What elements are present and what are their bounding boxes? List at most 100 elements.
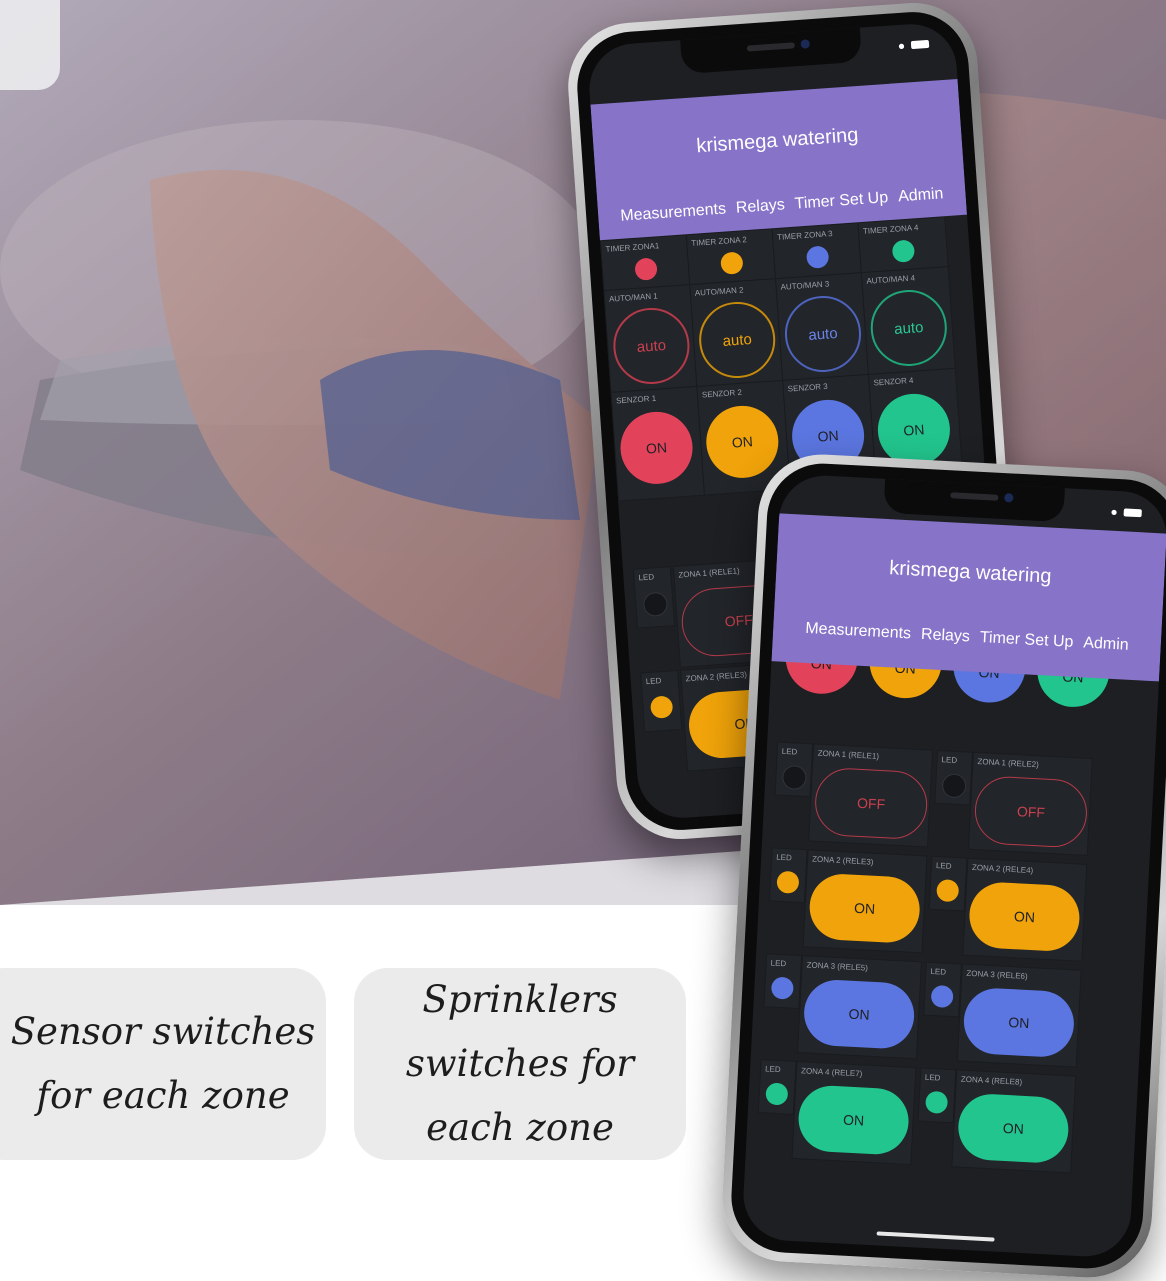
led-label: LED — [638, 572, 655, 583]
relay-switch[interactable]: ON — [967, 880, 1082, 953]
timer-cell: TIMER ZONA1 — [599, 234, 692, 293]
led-cell: LED — [774, 741, 814, 798]
relay-switch[interactable]: ON — [796, 1084, 911, 1156]
relay-label: ZONA 1 (RELE1) — [817, 748, 880, 761]
tab-measurements[interactable]: Measurements — [805, 620, 912, 644]
led-label: LED — [645, 676, 662, 687]
timer-led — [805, 245, 830, 269]
corner-box — [0, 0, 60, 90]
wifi-icon: ● — [1110, 504, 1119, 520]
relay-label: ZONA 2 (RELE3) — [811, 854, 874, 867]
automan-label: AUTO/MAN 4 — [866, 273, 916, 286]
tab-timer-setup[interactable]: Timer Set Up — [979, 629, 1073, 652]
relay-label: ZONA 2 (RELE3) — [685, 670, 748, 684]
relay-label: ZONA 4 (RELE7) — [800, 1066, 863, 1079]
relay-led — [649, 695, 674, 719]
led-label: LED — [935, 861, 952, 871]
led-label: LED — [770, 958, 787, 969]
automan-cell: AUTO/MAN 2 auto — [689, 278, 785, 388]
relay-led — [781, 764, 808, 791]
sensor-label: SENZOR 4 — [873, 375, 914, 388]
tab-timer-setup[interactable]: Timer Set Up — [794, 189, 889, 213]
relay-label: ZONA 1 (RELE1) — [678, 566, 740, 580]
timer-label: TIMER ZONA 4 — [862, 223, 919, 236]
tab-relays[interactable]: Relays — [735, 196, 785, 217]
timer-led — [634, 257, 658, 281]
caption-sensor-switches: Sensor switches for each zone — [0, 968, 326, 1160]
sensor-switch[interactable]: ON — [618, 409, 695, 487]
led-cell: LED — [928, 855, 968, 912]
relay-cell: ZONA 4 (RELE7) ON — [791, 1060, 917, 1166]
relay-led — [941, 773, 967, 799]
automan-cell: AUTO/MAN 1 auto — [603, 284, 699, 394]
phone-front: ● krismega watering Measurements Relays … — [719, 451, 1166, 1281]
app-header: krismega watering Measurements Relays Ti… — [590, 78, 968, 241]
relay-switch[interactable]: OFF — [813, 766, 929, 841]
auto-toggle[interactable]: auto — [610, 305, 692, 387]
app-screen: ● krismega watering Measurements Relays … — [741, 473, 1166, 1259]
tab-measurements[interactable]: Measurements — [620, 200, 727, 225]
relay-cell: ZONA 2 (RELE4) ON — [962, 857, 1088, 962]
app-nav: Measurements Relays Timer Set Up Admin — [773, 618, 1161, 656]
relay-led — [765, 1082, 789, 1106]
status-bar: ● — [897, 37, 930, 54]
automan-cell: AUTO/MAN 4 auto — [860, 266, 956, 376]
led-cell: LED — [917, 1067, 957, 1124]
relay-label: ZONA 2 (RELE4) — [971, 862, 1034, 876]
led-label: LED — [930, 966, 947, 977]
timer-cell: TIMER ZONA 2 — [685, 228, 778, 287]
relay-led — [776, 870, 800, 894]
led-label: LED — [924, 1072, 941, 1083]
relays-grid: ON ON ON ON LED ZONA 1 (RELE1) OFF LED — [742, 631, 1159, 1241]
relay-switch[interactable]: ON — [808, 872, 922, 945]
led-label: LED — [781, 746, 798, 757]
tab-admin[interactable]: Admin — [1083, 634, 1129, 654]
auto-toggle[interactable]: auto — [782, 293, 864, 375]
relay-switch[interactable]: ON — [802, 978, 916, 1051]
tab-admin[interactable]: Admin — [898, 185, 945, 206]
timer-cell: TIMER ZONA 4 — [857, 216, 949, 275]
tab-relays[interactable]: Relays — [921, 626, 971, 647]
relay-cell: ZONA 4 (RELE8) ON — [951, 1069, 1077, 1174]
timer-label: TIMER ZONA 2 — [691, 235, 748, 248]
relay-led — [930, 984, 954, 1009]
home-indicator[interactable] — [876, 1231, 995, 1242]
led-cell: LED — [640, 669, 683, 733]
relay-switch[interactable]: ON — [956, 1092, 1070, 1165]
relay-switch[interactable]: ON — [962, 986, 1076, 1059]
automan-label: AUTO/MAN 2 — [694, 285, 744, 298]
timer-cell: TIMER ZONA 3 — [771, 222, 863, 281]
relay-switch[interactable]: OFF — [973, 775, 1089, 849]
led-cell: LED — [757, 1059, 797, 1115]
sensor-switch[interactable]: ON — [703, 403, 781, 481]
relay-cell: ZONA 2 (RELE3) ON — [802, 849, 928, 954]
led-cell: LED — [768, 847, 808, 904]
relay-led — [642, 591, 669, 618]
relay-label: ZONA 1 (RELE2) — [977, 757, 1040, 770]
led-cell: LED — [934, 749, 974, 806]
wifi-icon: ● — [897, 38, 906, 54]
sensor-label: SENZOR 1 — [615, 393, 657, 406]
auto-toggle[interactable]: auto — [868, 287, 950, 369]
led-cell: LED — [632, 566, 676, 629]
led-label: LED — [941, 755, 958, 765]
relay-cell: ZONA 1 (RELE2) OFF — [967, 751, 1093, 856]
automan-label: AUTO/MAN 1 — [608, 291, 658, 304]
timer-led — [891, 239, 916, 263]
relay-led — [936, 879, 960, 903]
led-label: LED — [764, 1064, 781, 1075]
sensor-label: SENZOR 2 — [701, 387, 743, 400]
relay-led — [770, 976, 794, 1000]
relay-led — [925, 1090, 949, 1114]
status-bar: ● — [1110, 505, 1142, 521]
auto-toggle[interactable]: auto — [696, 299, 778, 381]
led-cell: LED — [763, 953, 803, 1010]
relay-label: ZONA 3 (RELE6) — [966, 968, 1028, 981]
automan-label: AUTO/MAN 3 — [780, 279, 830, 292]
automan-cell: AUTO/MAN 3 auto — [774, 272, 871, 382]
sensor-switch[interactable]: ON — [875, 391, 953, 469]
app-title: krismega watering — [695, 124, 860, 158]
battery-icon — [910, 39, 930, 50]
sensor-label: SENZOR 3 — [787, 381, 828, 394]
led-label: LED — [775, 852, 792, 863]
